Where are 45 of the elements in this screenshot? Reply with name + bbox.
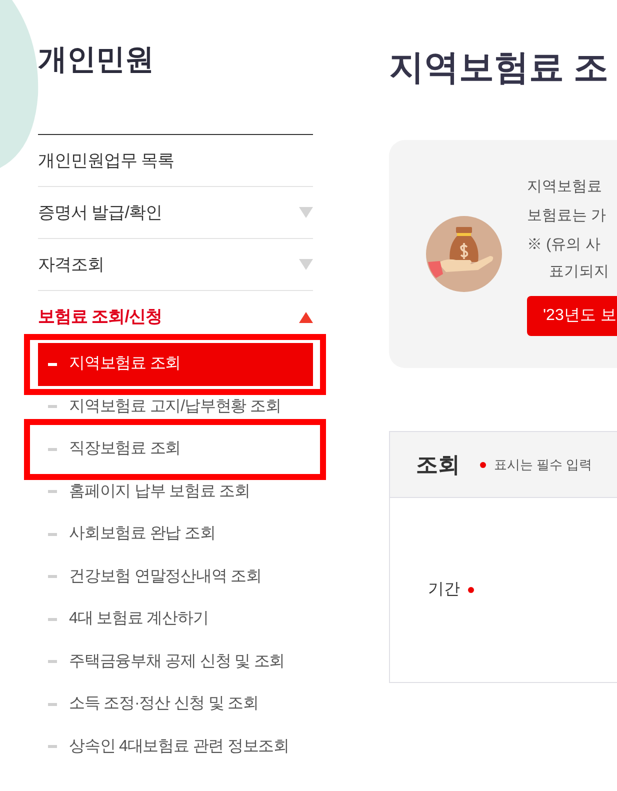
info-text: 보험료는 가	[527, 206, 606, 226]
money-bag-hand-icon	[426, 216, 502, 292]
form-title: 조회	[416, 451, 460, 479]
submenu-label: 소득 조정·정산 신청 및 조회	[69, 694, 259, 714]
submenu-item[interactable]: 홈페이지 납부 보험료 조회	[38, 470, 313, 513]
submenu-label: 4대 보험료 계산하기	[69, 609, 208, 630]
submenu-item[interactable]: 사회보험료 완납 조회	[38, 513, 313, 556]
info-text: 지역보험료	[527, 177, 602, 197]
sidebar-title: 개인민원	[38, 43, 154, 78]
submenu-label: 지역보험료 고지/납부현황 조회	[69, 396, 281, 417]
dash-icon	[48, 575, 57, 578]
submenu-item[interactable]: 4대 보험료 계산하기	[38, 598, 313, 640]
submenu-item[interactable]: 상속인 4대보험료 관련 정보조회	[38, 726, 313, 768]
dash-icon	[48, 405, 57, 408]
submenu-label: 건강보험 연말정산내역 조회	[69, 566, 262, 587]
dash-icon	[48, 490, 57, 494]
dash-icon	[48, 660, 57, 664]
dash-icon	[48, 702, 57, 706]
submenu-label: 주택금융부채 공제 신청 및 조회	[69, 652, 285, 672]
submenu-label: 사회보험료 완납 조회	[69, 524, 216, 544]
field-label: 기간	[428, 580, 460, 600]
dash-icon	[48, 532, 57, 536]
menu-item[interactable]: 증명서 발급/확인	[38, 200, 162, 226]
submenu-item[interactable]: 주택금융부채 공제 신청 및 조회	[38, 640, 313, 683]
dash-icon	[48, 362, 57, 366]
menu-item[interactable]: 자격조회	[38, 252, 104, 278]
submenu-label: 홈페이지 납부 보험료 조회	[69, 482, 250, 502]
submenu-item[interactable]: 지역보험료 고지/납부현황 조회	[38, 386, 313, 428]
dash-icon	[48, 448, 57, 451]
dash-icon	[48, 618, 57, 621]
dash-icon	[48, 745, 57, 748]
submenu-label: 상속인 4대보험료 관련 정보조회	[69, 736, 290, 757]
notice-button[interactable]: '23년도 보	[527, 296, 617, 336]
page-title: 지역보험료 조	[389, 47, 609, 89]
submenu-label: 지역보험료 조회	[69, 354, 181, 374]
menu-item[interactable]: 보험료 조회/신청	[38, 304, 162, 330]
submenu-item[interactable]: 직장보험료 조회	[38, 428, 313, 470]
info-text: ※ (유의 사	[527, 235, 600, 255]
submenu-label: 직장보험료 조회	[69, 439, 181, 460]
submenu-item[interactable]: 건강보험 연말정산내역 조회	[38, 556, 313, 598]
submenu-item[interactable]: 소득 조정·정산 신청 및 조회	[38, 683, 313, 726]
submenu-item[interactable]: 지역보험료 조회	[38, 343, 313, 386]
menu-item[interactable]: 개인민원업무 목록	[38, 148, 174, 174]
required-note: 표시는 필수 입력	[494, 456, 592, 474]
info-text: 표기되지	[549, 262, 609, 282]
